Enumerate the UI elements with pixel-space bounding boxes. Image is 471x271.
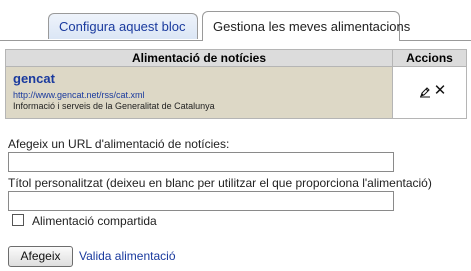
tab-bar: Configura aquest bloc Gestiona les meves… [0,11,471,42]
url-label: Afegeix un URL d'alimentació de notícies… [8,137,230,151]
title-label: Títol personalitzat (deixeu en blanc per… [8,176,432,190]
feeds-table: Alimentació de notícies Accions gencat h… [5,49,467,119]
header-feed: Alimentació de notícies [131,51,267,65]
url-input[interactable] [8,152,394,172]
feed-cell: gencat http://www.gencat.net/rss/cat.xml… [6,67,392,118]
actions-cell: ✕ [392,67,466,118]
feed-description: Informació i serveis de la Generalitat d… [13,101,215,111]
feed-url-link[interactable]: http://www.gencat.net/rss/cat.xml [13,90,145,100]
shared-checkbox[interactable] [12,214,24,226]
tab-manage-feeds[interactable]: Gestiona les meves alimentacions [202,11,410,42]
tab-configure-block[interactable]: Configura aquest bloc [48,13,198,39]
feed-title-link[interactable]: gencat [13,71,55,86]
add-feed-button[interactable]: Afegeix [8,246,73,267]
table-header: Alimentació de notícies Accions [6,50,466,67]
validate-feed-link[interactable]: Valida alimentació [79,249,176,263]
edit-icon[interactable] [419,86,431,98]
shared-checkbox-label: Alimentació compartida [32,214,157,228]
delete-icon[interactable]: ✕ [433,83,447,98]
table-row: gencat http://www.gencat.net/rss/cat.xml… [6,67,466,118]
header-actions: Accions [392,50,466,66]
title-input[interactable] [8,191,394,211]
tab-manage-feeds-label: Gestiona les meves alimentacions [213,19,411,34]
